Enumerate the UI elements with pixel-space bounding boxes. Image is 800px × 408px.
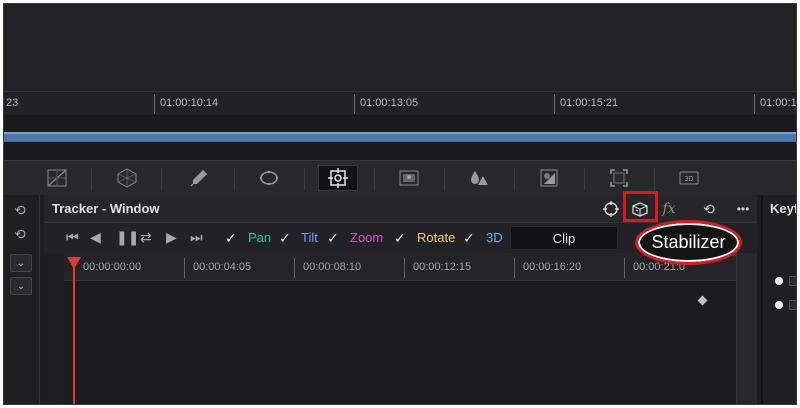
dropdown-button[interactable]: ⌄ [10, 254, 32, 272]
reset-icon[interactable]: ⟲ [14, 202, 26, 219]
palette-toolbar: 3D [4, 160, 796, 195]
tracker-header: Tracker - Window fx ⟲ ••• [44, 191, 757, 223]
clip-mode-button[interactable]: Clip [510, 226, 618, 250]
keyframe-track-box [789, 300, 796, 310]
ruler-tick: 00:00:08:10 [294, 258, 361, 278]
panel-title: Keyf [770, 201, 797, 216]
go-to-end-icon[interactable]: ⏭ [190, 229, 203, 245]
tilt-checkbox[interactable]: ✓ [279, 231, 293, 245]
clip-track-strip[interactable] [4, 132, 796, 142]
qualifier-picker-icon[interactable] [179, 165, 219, 191]
go-to-start-icon[interactable]: ⏮ [66, 229, 79, 245]
rotate-checkbox[interactable]: ✓ [394, 231, 408, 245]
ruler-tick: 00:00:04:05 [184, 258, 251, 278]
stabilizer-highlight-box [623, 191, 658, 222]
left-column: ⟲ ⟲ ⌄ ⌄ [4, 195, 40, 404]
playhead-marker[interactable] [67, 257, 81, 269]
timeline-tick: 01:00:10:14 [154, 94, 218, 114]
3d-icon-label: 3D [685, 176, 694, 183]
rotate-label: Rotate [417, 230, 456, 245]
timeline-tick: 01:00:15:21 [554, 94, 618, 114]
ruler-tick: 00:00:00:00 [74, 258, 141, 278]
blur-icon[interactable] [459, 165, 499, 191]
timeline-tick: 01:00:13:05 [354, 94, 418, 114]
pan-checkbox[interactable]: ✓ [225, 231, 239, 245]
tracker-icon[interactable] [318, 165, 358, 191]
magic-mask-icon[interactable] [389, 165, 429, 191]
3d-label: 3D [486, 230, 503, 245]
curves-icon[interactable] [37, 165, 77, 191]
track-backward-icon[interactable]: ◀ [90, 229, 101, 245]
panel-title: Tracker - Window [52, 201, 160, 216]
reset-icon[interactable]: ⟲ [698, 198, 720, 220]
ruler-tick: 00:00:12:15 [404, 258, 471, 278]
crosshair-icon[interactable] [600, 198, 622, 220]
keyframes-panel: Keyf [761, 195, 797, 404]
reset-icon[interactable]: ⟲ [14, 226, 26, 243]
stabilizer-callout: Stabilizer [635, 220, 742, 265]
viewer-area [4, 4, 796, 91]
pan-label: Pan [248, 230, 272, 245]
pause-icon[interactable]: ❚❚ [116, 229, 139, 245]
timeline-ruler[interactable]: 23 01:00:10:14 01:00:13:05 01:00:15:21 0… [4, 91, 796, 115]
key-icon[interactable] [529, 165, 569, 191]
timeline-tick: 01:00:1 [754, 94, 796, 114]
track-forward-icon[interactable]: ▶ [166, 229, 177, 245]
3d-checkbox[interactable]: ✓ [463, 231, 477, 245]
zoom-checkbox[interactable]: ✓ [327, 231, 341, 245]
dropdown-button[interactable]: ⌄ [10, 277, 32, 295]
fx-icon[interactable]: fx [658, 198, 680, 220]
tracker-ruler[interactable]: 00:00:00:00 00:00:04:05 00:00:08:10 00:0… [64, 253, 736, 281]
tilt-label: Tilt [301, 230, 318, 245]
color-warper-icon[interactable] [107, 165, 147, 191]
keyframe-dot[interactable] [775, 277, 783, 285]
keyframe-dot[interactable] [775, 301, 783, 309]
zoom-label: Zoom [350, 230, 384, 245]
tracker-graph[interactable] [64, 281, 736, 404]
window-icon[interactable] [249, 165, 289, 191]
more-options-icon[interactable]: ••• [732, 198, 754, 220]
3d-icon[interactable]: 3D [669, 165, 709, 191]
ruler-tick: 00:00:16:20 [514, 258, 581, 278]
sizing-icon[interactable] [599, 165, 639, 191]
timeline-track-area[interactable] [4, 115, 796, 160]
track-bidirectional-icon[interactable]: ⇄ [140, 229, 152, 245]
vertical-scrollbar[interactable] [736, 253, 757, 404]
timeline-tick: 23 [6, 97, 19, 109]
keyframe-track-box [789, 276, 796, 286]
resolve-color-page: 23 01:00:10:14 01:00:13:05 01:00:15:21 0… [3, 3, 797, 405]
playhead-line[interactable] [73, 257, 75, 404]
